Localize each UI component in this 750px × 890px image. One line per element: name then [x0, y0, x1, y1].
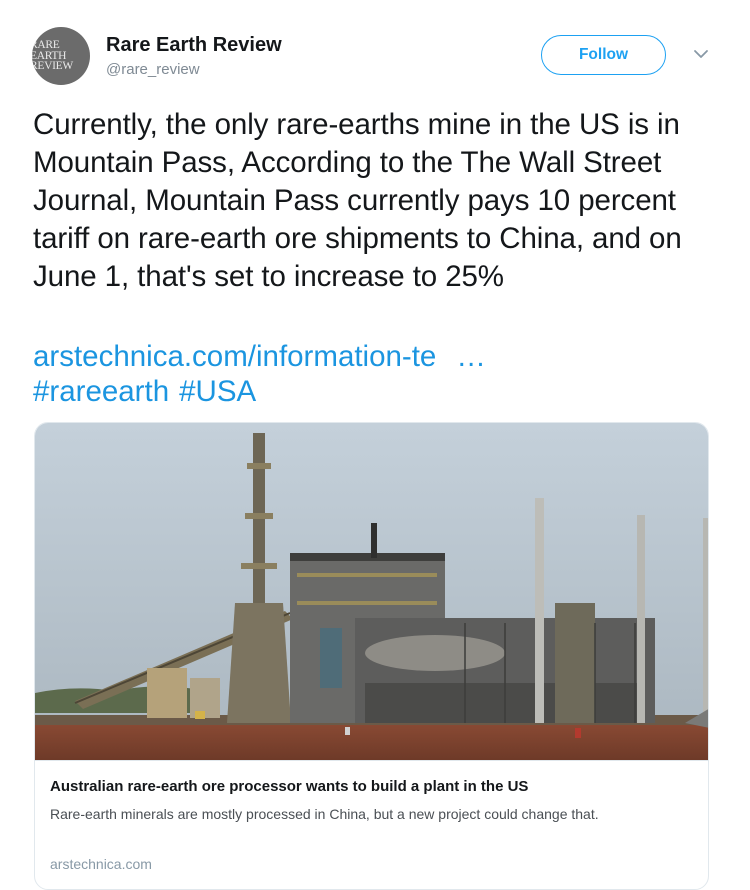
tweet-link[interactable]: arstechnica.com/information-te …	[33, 338, 486, 376]
hashtag-rareearth[interactable]: #rareearth	[33, 375, 169, 408]
link-preview-card[interactable]: Australian rare-earth ore processor want…	[34, 422, 709, 890]
tweet-link-url[interactable]: arstechnica.com/information-te	[33, 340, 436, 373]
card-domain: arstechnica.com	[50, 856, 152, 872]
avatar[interactable]: RARE EARTH REVIEW	[32, 27, 90, 85]
avatar-text-line-3: REVIEW	[32, 60, 73, 73]
follow-button[interactable]: Follow	[541, 35, 666, 75]
chevron-down-icon[interactable]	[691, 46, 711, 62]
card-image	[35, 423, 708, 760]
hashtags: #rareearth #USA	[33, 373, 266, 411]
tweet-text: Currently, the only rare-earths mine in …	[33, 108, 682, 293]
card-title[interactable]: Australian rare-earth ore processor want…	[50, 778, 528, 795]
card-description: Rare-earth minerals are mostly processed…	[50, 806, 599, 822]
hashtag-usa[interactable]: #USA	[179, 375, 256, 408]
tweet-link-ellipsis: …	[456, 340, 486, 373]
author-handle[interactable]: @rare_review	[106, 61, 200, 78]
author-name[interactable]: Rare Earth Review	[106, 34, 282, 57]
card-body: Australian rare-earth ore processor want…	[35, 760, 708, 872]
